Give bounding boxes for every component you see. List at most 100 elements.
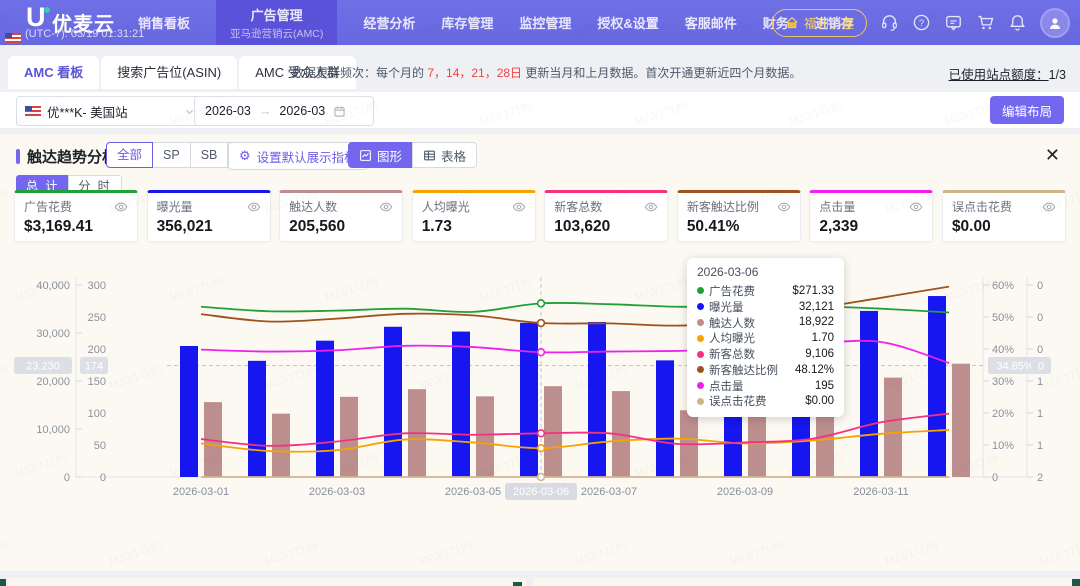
x-label-2026-03-11: 2026-03-11 [853, 486, 908, 498]
metric-card-触达人数[interactable]: 触达人数205,560 [279, 190, 403, 242]
trend-chart[interactable]: 010,00020,00030,00040,000050100150200250… [0, 252, 1080, 505]
axis-tick-label: 20% [992, 408, 1014, 420]
x-label-2026-03-09: 2026-03-09 [717, 486, 773, 498]
bar-曝光量-2026-03-11[interactable] [860, 311, 878, 477]
bar-触达人数-2026-03-06[interactable] [544, 386, 562, 477]
close-icon[interactable]: ✕ [1045, 142, 1060, 168]
marker-新客触达比例 [538, 320, 545, 327]
metric-card-广告花费[interactable]: 广告花费 $3,169.41 [14, 190, 138, 242]
store-select[interactable]: 优***K- 美国站 [16, 96, 204, 126]
store-select-value: 优***K- 美国站 [47, 102, 178, 121]
eye-icon[interactable] [644, 200, 658, 214]
bar-曝光量-2026-03-04[interactable] [384, 327, 402, 477]
nav-item-广告管理[interactable]: 广告管理亚马逊营销云(AMC) [216, 0, 337, 45]
nav-item-库存管理[interactable]: 库存管理 [441, 13, 493, 32]
metric-card-曝光量[interactable]: 曝光量 356,021 [147, 190, 271, 242]
bar-曝光量-2026-03-06[interactable] [520, 323, 538, 477]
eye-icon[interactable] [114, 200, 128, 214]
quota-value: 1/3 [1049, 68, 1066, 82]
bar-触达人数-2026-03-12[interactable] [952, 364, 970, 477]
eye-icon[interactable] [1042, 200, 1056, 214]
metric-label: 广告花费 [24, 198, 72, 215]
metric-card-人均曝光[interactable]: 人均曝光1.73 [412, 190, 536, 242]
metric-card-新客总数[interactable]: 新客总数103,620 [544, 190, 668, 242]
view-option-表格[interactable]: 表格 [412, 142, 477, 168]
question-icon[interactable]: ? [912, 13, 931, 32]
axis-tick-label: 150 [88, 376, 106, 388]
nav-item-客服邮件[interactable]: 客服邮件 [685, 13, 737, 32]
bar-触达人数-2026-03-03[interactable] [340, 397, 358, 477]
metric-card-误点击花费[interactable]: 误点击花费$0.00 [942, 190, 1066, 242]
scope-option-SB[interactable]: SB [190, 142, 229, 168]
bar-曝光量-2026-03-01[interactable] [180, 346, 198, 477]
metric-value: $3,169.41 [24, 218, 128, 236]
eye-icon[interactable] [777, 200, 791, 214]
cart-icon[interactable] [976, 13, 995, 32]
metric-label: 曝光量 [157, 198, 193, 215]
bar-曝光量-2026-03-08[interactable] [656, 360, 674, 477]
headset-icon[interactable] [880, 13, 899, 32]
us-flag-icon [5, 33, 21, 43]
comment-icon[interactable] [944, 13, 963, 32]
metric-card-新客触达比例[interactable]: 新客触达比例50.41% [677, 190, 801, 242]
metric-label: 点击量 [819, 198, 855, 215]
view-option-图形[interactable]: 图形 [348, 142, 413, 168]
settings-label: 设置默认展示指标 [257, 147, 357, 166]
metric-card-header: 人均曝光 [422, 198, 526, 215]
tooltip-row-人均曝光: 人均曝光1.70 [697, 330, 834, 346]
scope-option-全部[interactable]: 全部 [106, 142, 153, 168]
bar-曝光量-2026-03-03[interactable] [316, 341, 334, 477]
nav-item-label: 广告管理 [251, 5, 303, 24]
bar-曝光量-2026-03-12[interactable] [928, 296, 946, 477]
bar-曝光量-2026-03-02[interactable] [248, 361, 266, 477]
highlight-inverse: 0 [1038, 360, 1044, 372]
edit-layout-button[interactable]: 编辑布局 [990, 96, 1064, 124]
user-icon [1047, 15, 1063, 31]
eye-icon[interactable] [379, 200, 393, 214]
axis-tick-label: 100 [88, 408, 106, 420]
metric-value: 2,339 [819, 218, 923, 236]
metric-label: 人均曝光 [422, 198, 470, 215]
default-metrics-settings-button[interactable]: ⚙ 设置默认展示指标 [228, 142, 368, 170]
next-section-right [534, 578, 1072, 586]
date-range-picker[interactable]: 2026-03 → 2026-03 [194, 96, 374, 126]
chart-tooltip: 2026-03-06 广告花费$271.33曝光量32,121触达人数18,92… [687, 258, 844, 417]
series-dot [697, 319, 704, 326]
avatar[interactable] [1040, 8, 1070, 38]
metric-card-点击量[interactable]: 点击量 2,339 [809, 190, 933, 242]
metric-card-header: 点击量 [819, 198, 923, 215]
nav-item-label: 客服邮件 [685, 13, 737, 32]
bar-触达人数-2026-03-11[interactable] [884, 378, 902, 477]
date-arrow: → [259, 104, 272, 118]
metric-card-header: 误点击花费 [952, 198, 1056, 215]
bar-触达人数-2026-03-05[interactable] [476, 396, 494, 477]
series-dot [697, 335, 704, 342]
nav-item-label: 经营分析 [363, 13, 415, 32]
scope-option-SP[interactable]: SP [152, 142, 191, 168]
tab-AMC 看板[interactable]: AMC 看板 [8, 56, 99, 89]
tab-搜索广告位(ASIN)[interactable]: 搜索广告位(ASIN) [101, 56, 237, 89]
nav-item-label: 库存管理 [441, 13, 493, 32]
eye-icon[interactable] [909, 200, 923, 214]
nav-item-监控管理[interactable]: 监控管理 [519, 13, 571, 32]
nav-item-销售看板[interactable]: 销售看板 [138, 13, 190, 32]
update-notice: 数据更新频次：每个月的 7，14，21，28日 更新当月和上月数据。首次开通更新… [292, 64, 801, 81]
axis-tick-label: 250 [88, 312, 106, 324]
bar-曝光量-2026-03-07[interactable] [588, 322, 606, 477]
welfare-house-button[interactable]: 福利小屋 [772, 9, 867, 37]
nav-item-经营分析[interactable]: 经营分析 [363, 13, 415, 32]
eye-icon[interactable] [247, 200, 261, 214]
nav-item-授权&设置[interactable]: 授权&设置 [597, 13, 658, 32]
nav-menu: 销售看板 广告管理亚马逊营销云(AMC) 经营分析 库存管理 监控管理 授权&设置 客服邮件… [138, 0, 854, 45]
nav-item-label: 监控管理 [519, 13, 571, 32]
metric-value: 103,620 [554, 218, 658, 236]
series-dot [697, 398, 704, 405]
metric-label: 新客触达比例 [687, 198, 759, 215]
gear-icon: ⚙ [239, 148, 251, 164]
highlight-exposure: 23,230 [26, 360, 60, 372]
eye-icon[interactable] [512, 200, 526, 214]
metric-value: 356,021 [157, 218, 261, 236]
bar-曝光量-2026-03-05[interactable] [452, 332, 470, 477]
page: U 优麦云 (UTC-7): 03/19 01:31:21 销售看板广告管理亚马… [0, 0, 1080, 586]
bell-icon[interactable] [1008, 13, 1027, 32]
